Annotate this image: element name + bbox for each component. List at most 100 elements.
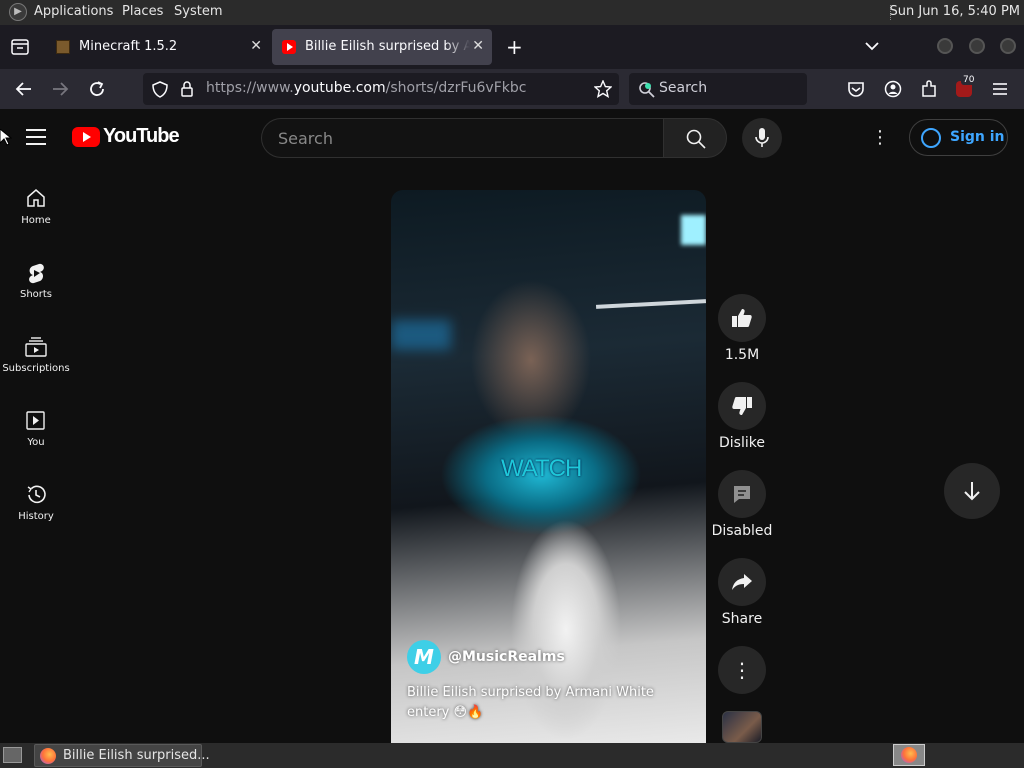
mouse-cursor-icon: [0, 129, 12, 146]
sign-in-button[interactable]: Sign in: [909, 119, 1008, 156]
system-menu[interactable]: System: [174, 4, 222, 19]
tracking-protection-icon[interactable]: [152, 81, 168, 98]
channel-name[interactable]: @MusicRealms: [448, 649, 565, 665]
extensions-icon[interactable]: [920, 80, 938, 98]
taskbar-window-button[interactable]: Billie Eilish surprised...: [34, 744, 210, 767]
subscriptions-icon: [25, 337, 47, 357]
tab-youtube-short[interactable]: Billie Eilish surprised by Armani White …: [272, 29, 492, 65]
app-menu-icon[interactable]: [992, 81, 1008, 97]
reload-icon[interactable]: [88, 80, 106, 98]
search-engine-icon: [639, 82, 655, 98]
share-label: Share: [721, 611, 763, 627]
stage-rail: [595, 299, 706, 309]
sidebar-label: You: [27, 437, 45, 448]
youtube-wordmark[interactable]: YouTube: [103, 125, 180, 148]
extension-badge: 70: [961, 75, 977, 85]
tab-title: Minecraft 1.5.2: [79, 39, 178, 54]
sidebar-item-history[interactable]: History: [0, 484, 72, 548]
top-panel: ▶ Applications Places System Sun Jun 16,…: [0, 0, 1024, 25]
tab-close-icon[interactable]: ✕: [472, 38, 484, 54]
arrow-down-icon: [964, 482, 980, 501]
sign-in-label: Sign in: [950, 129, 1005, 145]
list-all-tabs-icon[interactable]: [865, 41, 879, 51]
dislike-label: Dislike: [719, 435, 765, 451]
back-icon[interactable]: [15, 81, 33, 97]
new-tab-icon[interactable]: +: [506, 35, 523, 59]
minimize-window-icon[interactable]: [937, 38, 953, 54]
tab-strip: Minecraft 1.5.2 ✕ Billie Eilish surprise…: [0, 25, 1024, 69]
settings-more-icon[interactable]: ⋮: [870, 127, 890, 149]
search-icon: [686, 129, 706, 149]
firefox-icon: [40, 748, 56, 764]
tab-close-icon[interactable]: ✕: [250, 38, 262, 54]
maximize-window-icon[interactable]: [969, 38, 985, 54]
sidebar-item-subscriptions[interactable]: Subscriptions: [0, 336, 72, 400]
sidebar-label: Home: [21, 215, 51, 226]
search-placeholder: Search: [659, 80, 708, 96]
account-icon[interactable]: [884, 80, 902, 98]
bottom-taskbar: Billie Eilish surprised...: [0, 743, 1024, 768]
search-placeholder: Search: [278, 129, 333, 148]
sidebar-label: Subscriptions: [2, 363, 70, 374]
close-window-icon[interactable]: [1000, 38, 1016, 54]
youtube-search-input[interactable]: Search: [261, 118, 663, 158]
share-icon: [732, 574, 752, 590]
home-icon: [27, 189, 45, 207]
stage-light: [681, 215, 706, 245]
stage-light: [391, 320, 451, 350]
dislike-button[interactable]: Dislike: [718, 382, 766, 451]
browser-search-box[interactable]: Search: [629, 73, 807, 105]
navigation-toolbar: https://www.youtube.com/shorts/dzrFu6vFk…: [0, 69, 1024, 109]
taskbar-window-title: Billie Eilish surprised...: [63, 748, 210, 763]
youtube-search-button[interactable]: [663, 118, 727, 158]
lock-icon[interactable]: [180, 81, 194, 97]
minecraft-icon: [56, 40, 70, 54]
shorts-icon: [29, 263, 44, 284]
like-count: 1.5M: [724, 347, 760, 363]
channel-avatar[interactable]: M: [407, 640, 441, 674]
video-caption[interactable]: Billie Eilish surprised by Armani White …: [407, 683, 697, 723]
thumbs-down-icon: [732, 397, 752, 415]
video-overlay-text: WATCH: [501, 455, 582, 482]
sidebar-label: History: [18, 511, 54, 522]
comments-icon: [734, 486, 750, 503]
url-bar[interactable]: https://www.youtube.com/shorts/dzrFu6vFk…: [143, 73, 619, 105]
panel-clock[interactable]: Sun Jun 16, 5:40 PM: [890, 4, 1021, 19]
youtube-favicon: [282, 40, 296, 54]
more-vert-icon: ⋮: [718, 646, 766, 694]
share-button[interactable]: Share: [718, 558, 766, 627]
pocket-icon[interactable]: [847, 81, 865, 98]
you-icon: [26, 411, 45, 430]
url-text[interactable]: https://www.youtube.com/shorts/dzrFu6vFk…: [206, 80, 526, 96]
like-button[interactable]: 1.5M: [718, 294, 766, 363]
guide-menu-icon[interactable]: [26, 129, 46, 145]
youtube-logo-icon[interactable]: [72, 127, 100, 147]
next-short-button[interactable]: [944, 463, 1000, 519]
thumbs-up-icon: [732, 309, 752, 327]
tab-title: Billie Eilish surprised by Armani White …: [305, 39, 470, 54]
applications-menu[interactable]: Applications: [34, 4, 113, 19]
forward-icon[interactable]: [51, 81, 69, 97]
show-desktop-icon[interactable]: [3, 747, 22, 763]
shorts-video-player[interactable]: WATCH M @MusicRealms Billie Eilish surpr…: [391, 190, 706, 743]
comments-button[interactable]: Disabled: [712, 470, 772, 539]
comments-label: Disabled: [711, 523, 773, 539]
user-icon: [921, 128, 941, 148]
firefox-icon: [901, 747, 917, 763]
microphone-icon: [755, 128, 769, 147]
workspace-switcher[interactable]: [893, 744, 925, 766]
sidebar-item-shorts[interactable]: Shorts: [0, 262, 72, 326]
sound-thumbnail[interactable]: [722, 711, 762, 743]
history-icon: [27, 485, 46, 504]
voice-search-button[interactable]: [742, 118, 782, 158]
more-actions-button[interactable]: ⋮: [718, 646, 766, 694]
bookmark-star-icon[interactable]: [594, 80, 612, 98]
sidebar-item-you[interactable]: You: [0, 410, 72, 474]
sidebar-label: Shorts: [19, 289, 53, 300]
youtube-header: YouTube Search ⋮ Sign in: [0, 109, 1024, 167]
sidebar-item-home[interactable]: Home: [0, 188, 72, 252]
tab-minecraft[interactable]: Minecraft 1.5.2 ✕: [46, 29, 270, 65]
tab-overview-icon[interactable]: [11, 39, 29, 55]
gnome-foot-icon[interactable]: ▶: [9, 3, 27, 21]
places-menu[interactable]: Places: [122, 4, 163, 19]
